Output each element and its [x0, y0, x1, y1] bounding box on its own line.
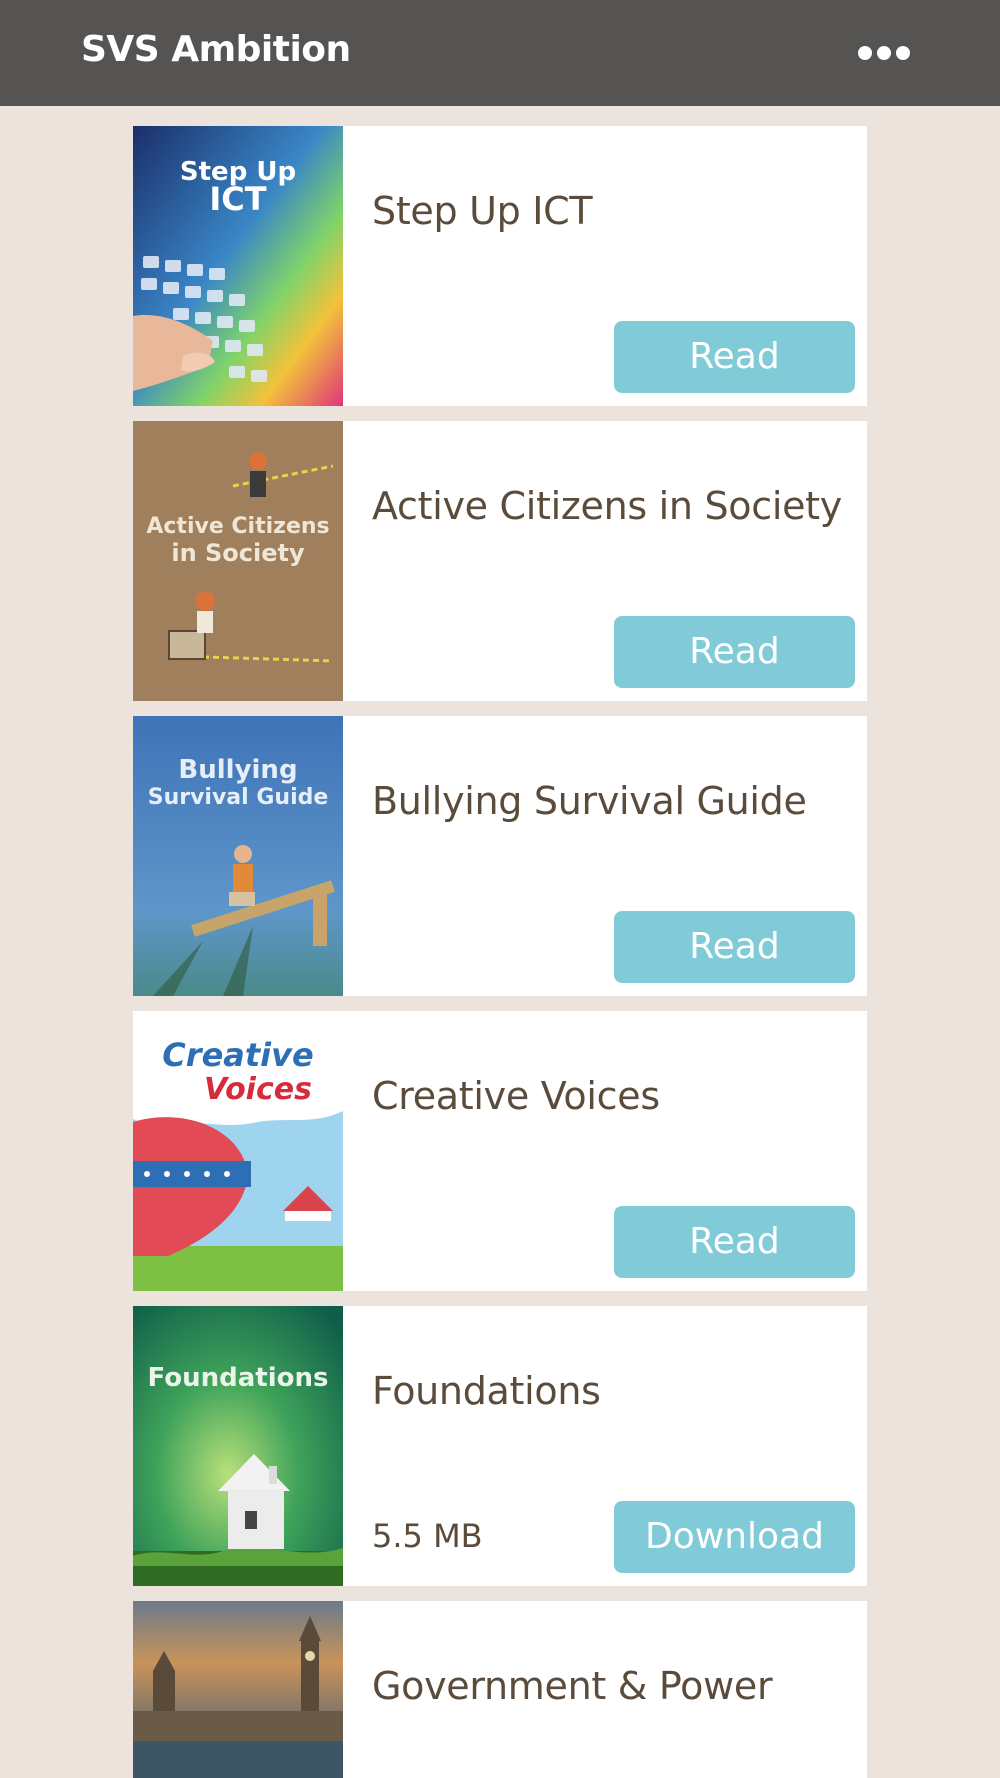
book-title: Government & Power	[372, 1664, 773, 1708]
app-title: SVS Ambition	[81, 29, 351, 70]
book-title: Step Up ICT	[372, 189, 593, 233]
svg-text:Active Citizens: Active Citizens	[146, 514, 329, 539]
balloon-cover-image: Creative Voices	[133, 1011, 343, 1291]
svg-text:in Society: in Society	[171, 539, 305, 567]
book-card[interactable]: Government & Power	[133, 1601, 867, 1778]
file-size: 5.5 MB	[372, 1517, 483, 1555]
book-title: Bullying Survival Guide	[372, 779, 807, 823]
svg-text:Creative: Creative	[162, 1036, 313, 1074]
svg-text:Survival Guide: Survival Guide	[148, 785, 329, 810]
book-title: Creative Voices	[372, 1074, 660, 1118]
keyboard-cover-image: Step Up ICT	[133, 126, 343, 406]
svg-text:ICT: ICT	[209, 180, 266, 218]
book-title: Active Citizens in Society	[372, 484, 842, 528]
download-button[interactable]: Download	[614, 1501, 855, 1573]
read-button[interactable]: Read	[614, 616, 855, 688]
parliament-cover-image	[133, 1601, 343, 1778]
house-cover-image: Foundations	[133, 1306, 343, 1586]
svg-text:Foundations: Foundations	[148, 1363, 329, 1393]
seesaw-cover-image: Bullying Survival Guide	[133, 716, 343, 996]
app-header: SVS Ambition	[0, 0, 1000, 106]
more-horizontal-icon	[858, 46, 910, 60]
read-button[interactable]: Read	[614, 321, 855, 393]
read-button[interactable]: Read	[614, 911, 855, 983]
book-card[interactable]: Foundations Foundations 5.5 MB Download	[133, 1306, 867, 1586]
book-card[interactable]: Active Citizens in Society Active Citize…	[133, 421, 867, 701]
book-card[interactable]: Step Up ICT Step Up ICT Read	[133, 126, 867, 406]
book-title: Foundations	[372, 1369, 601, 1413]
more-options-button[interactable]	[854, 33, 914, 73]
book-card[interactable]: Creative Voices Creative Voices Read	[133, 1011, 867, 1291]
read-button[interactable]: Read	[614, 1206, 855, 1278]
svg-text:Bullying: Bullying	[178, 755, 297, 785]
citizens-cover-image: Active Citizens in Society	[133, 421, 343, 701]
book-card[interactable]: Bullying Survival Guide Bullying Surviva…	[133, 716, 867, 996]
svg-text:Voices: Voices	[204, 1072, 312, 1107]
